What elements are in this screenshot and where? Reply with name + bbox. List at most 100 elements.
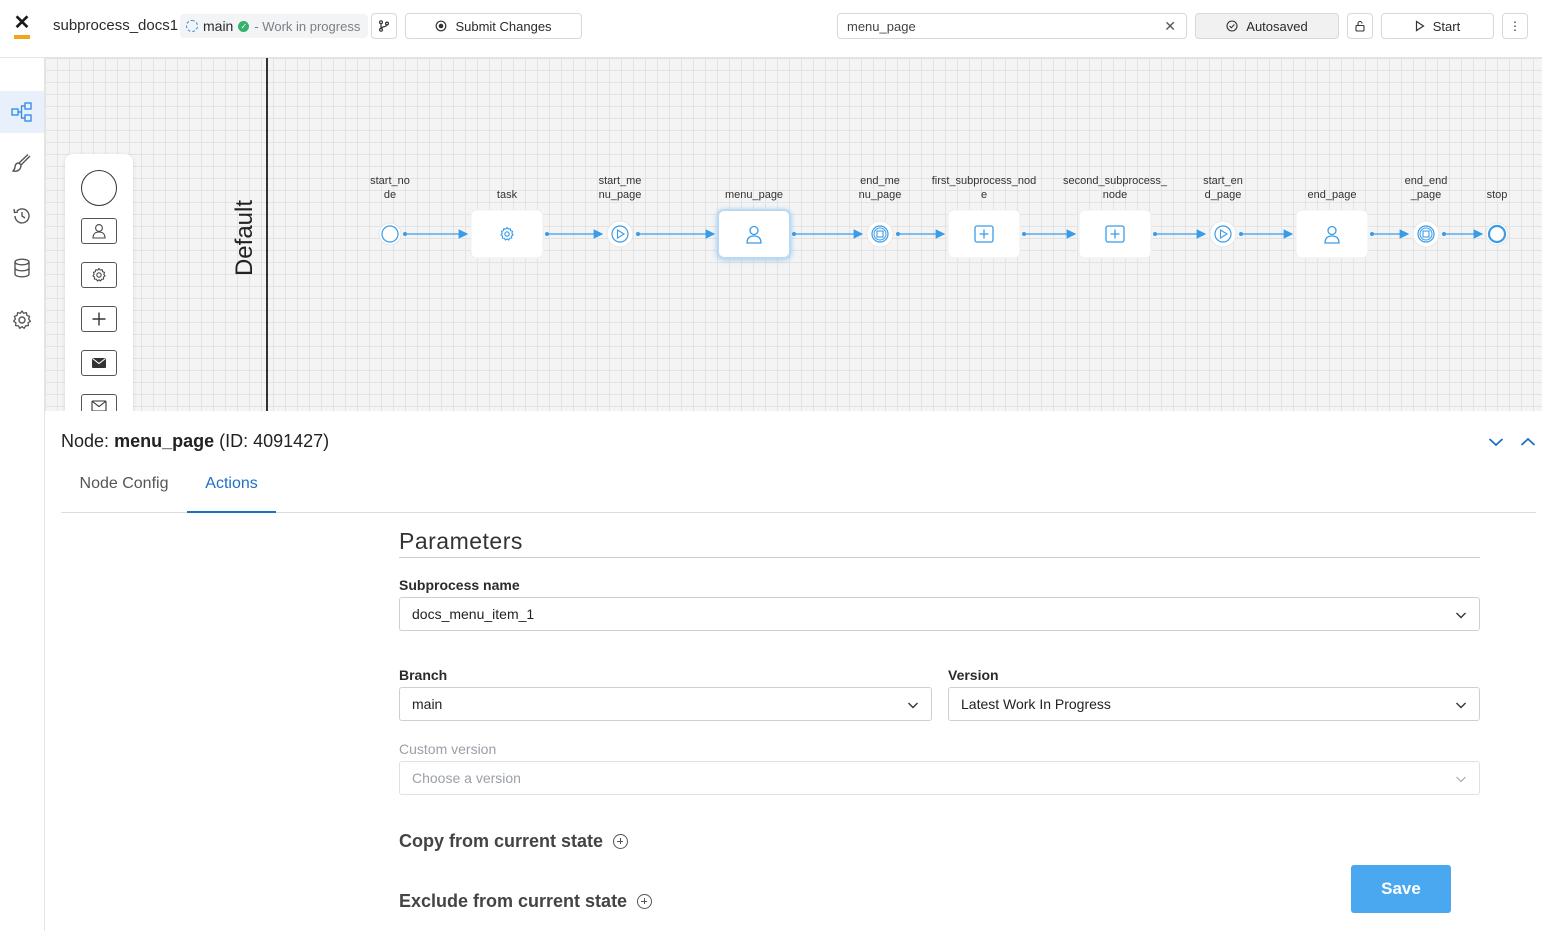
lock-button[interactable] xyxy=(1347,13,1373,39)
custom-version-placeholder: Choose a version xyxy=(412,770,521,786)
process-canvas[interactable]: Default start_no de task start_me nu_page men… xyxy=(45,58,1542,411)
branch-name: main xyxy=(203,18,234,34)
process-name: subprocess_docs1 xyxy=(53,17,179,34)
more-vertical-icon: ⋮ xyxy=(1509,19,1521,33)
submit-changes-button[interactable]: Submit Changes xyxy=(405,13,582,39)
tab-actions[interactable]: Actions xyxy=(187,475,276,513)
more-menu-button[interactable]: ⋮ xyxy=(1502,13,1528,39)
top-bar: ✕ subprocess_docs1 main ✓ - Work in prog… xyxy=(0,0,1542,58)
node-label: menu_page xyxy=(724,189,784,201)
submit-changes-label: Submit Changes xyxy=(455,18,552,34)
exclude-from-current-state-label: Exclude from current state xyxy=(399,891,628,911)
sequence-flow[interactable] xyxy=(403,229,469,239)
process-flow xyxy=(378,209,1509,259)
panel-tabs: Node Config Actions xyxy=(61,463,1536,513)
node-start-node[interactable] xyxy=(378,222,402,246)
rail-item-history[interactable] xyxy=(0,195,44,237)
node-label: second_subprocess_ node xyxy=(1063,175,1167,201)
chevron-down-icon xyxy=(1456,776,1466,783)
sequence-flow[interactable] xyxy=(1022,229,1077,239)
tab-node-config[interactable]: Node Config xyxy=(61,475,187,513)
node-label: start_no de xyxy=(370,175,410,201)
node-end-menu-page[interactable] xyxy=(866,220,894,248)
chevron-down-icon xyxy=(908,702,918,709)
autosaved-label: Autosaved xyxy=(1246,18,1308,34)
node-start-end-page[interactable] xyxy=(1209,220,1237,248)
node-title-prefix: Node: xyxy=(61,431,110,451)
subprocess-name-select[interactable]: docs_menu_item_1 xyxy=(399,597,1480,631)
node-title-id: (ID: 4091427) xyxy=(219,431,330,451)
brush-icon xyxy=(11,153,31,172)
node-first-subprocess-node[interactable] xyxy=(947,209,1021,259)
sequence-flow[interactable] xyxy=(896,229,946,239)
play-icon xyxy=(1415,20,1425,32)
node-start-menu-page[interactable] xyxy=(606,220,634,248)
node-end-page[interactable] xyxy=(1295,209,1369,259)
rail-item-theme[interactable] xyxy=(0,143,44,185)
parameters-heading: Parameters xyxy=(399,528,1480,558)
check-icon: ✓ xyxy=(238,20,250,32)
rail-item-settings[interactable] xyxy=(0,299,44,341)
node-label: end_end _page xyxy=(1404,175,1448,201)
branch-value: main xyxy=(412,696,443,712)
add-exclude-icon[interactable] xyxy=(637,894,653,909)
copy-from-current-state-label: Copy from current state xyxy=(399,831,604,851)
node-label: end_page xyxy=(1307,189,1357,201)
node-menu-page[interactable] xyxy=(717,209,791,259)
add-copy-icon[interactable] xyxy=(613,834,629,849)
gear-icon xyxy=(12,310,32,329)
node-stop[interactable] xyxy=(1485,222,1509,246)
node-label: start_me nu_page xyxy=(598,175,642,201)
sequence-flow[interactable] xyxy=(636,229,716,239)
version-label: Version xyxy=(948,667,999,683)
branch-label: Branch xyxy=(399,667,448,683)
branch-button[interactable] xyxy=(371,13,397,39)
sequence-flow[interactable] xyxy=(545,229,604,239)
sequence-flow[interactable] xyxy=(1370,229,1410,239)
node-label: first_subprocess_nod e xyxy=(931,175,1037,201)
search-value: menu_page xyxy=(847,18,916,34)
unlock-icon xyxy=(1355,20,1365,32)
git-branch-icon xyxy=(379,20,389,32)
process-flow-icon xyxy=(11,102,32,122)
node-end-end-page[interactable] xyxy=(1412,220,1440,248)
copy-from-current-state: Copy from current state xyxy=(399,831,629,852)
sequence-flow[interactable] xyxy=(1153,229,1207,239)
logo-bar xyxy=(14,35,30,39)
left-rail xyxy=(0,58,45,931)
branch-chip[interactable]: main ✓ - Work in progress xyxy=(180,14,369,38)
autosaved-indicator: Autosaved xyxy=(1195,13,1339,39)
clear-search-icon[interactable]: ✕ xyxy=(1164,18,1176,35)
chevron-up-icon[interactable] xyxy=(1519,433,1537,451)
app-logo[interactable]: ✕ xyxy=(12,12,32,40)
sequence-flow[interactable] xyxy=(1239,229,1294,239)
node-second-subprocess-node[interactable] xyxy=(1078,209,1152,259)
node-task[interactable] xyxy=(470,209,544,259)
node-label: start_en d_page xyxy=(1203,175,1243,201)
branch-status-icon xyxy=(186,20,198,32)
rail-item-data[interactable] xyxy=(0,247,44,289)
sequence-flow[interactable] xyxy=(792,229,864,239)
node-label: task xyxy=(496,189,518,201)
chevron-down-icon xyxy=(1456,612,1466,619)
sequence-flow[interactable] xyxy=(1442,229,1484,239)
search-input[interactable]: menu_page ✕ xyxy=(837,13,1187,39)
subprocess-name-label: Subprocess name xyxy=(399,577,520,593)
node-title-name: menu_page xyxy=(114,431,215,451)
start-label: Start xyxy=(1432,18,1461,34)
custom-version-label: Custom version xyxy=(399,741,497,757)
subprocess-name-value: docs_menu_item_1 xyxy=(412,606,535,622)
node-title: Node: menu_page (ID: 4091427) xyxy=(61,431,329,452)
record-icon xyxy=(436,20,447,32)
rail-item-process[interactable] xyxy=(0,91,44,133)
chevron-down-icon xyxy=(1456,702,1466,709)
version-select[interactable]: Latest Work In Progress xyxy=(948,687,1480,721)
node-details-panel: Node: menu_page (ID: 4091427) Node Confi… xyxy=(45,411,1542,931)
custom-version-select[interactable]: Choose a version xyxy=(399,761,1480,795)
chevron-down-icon[interactable] xyxy=(1487,433,1505,451)
branch-select[interactable]: main xyxy=(399,687,932,721)
start-button[interactable]: Start xyxy=(1381,13,1494,39)
save-button[interactable]: Save xyxy=(1351,865,1451,913)
logo-x-icon: ✕ xyxy=(13,12,31,34)
node-label: stop xyxy=(1486,189,1508,201)
